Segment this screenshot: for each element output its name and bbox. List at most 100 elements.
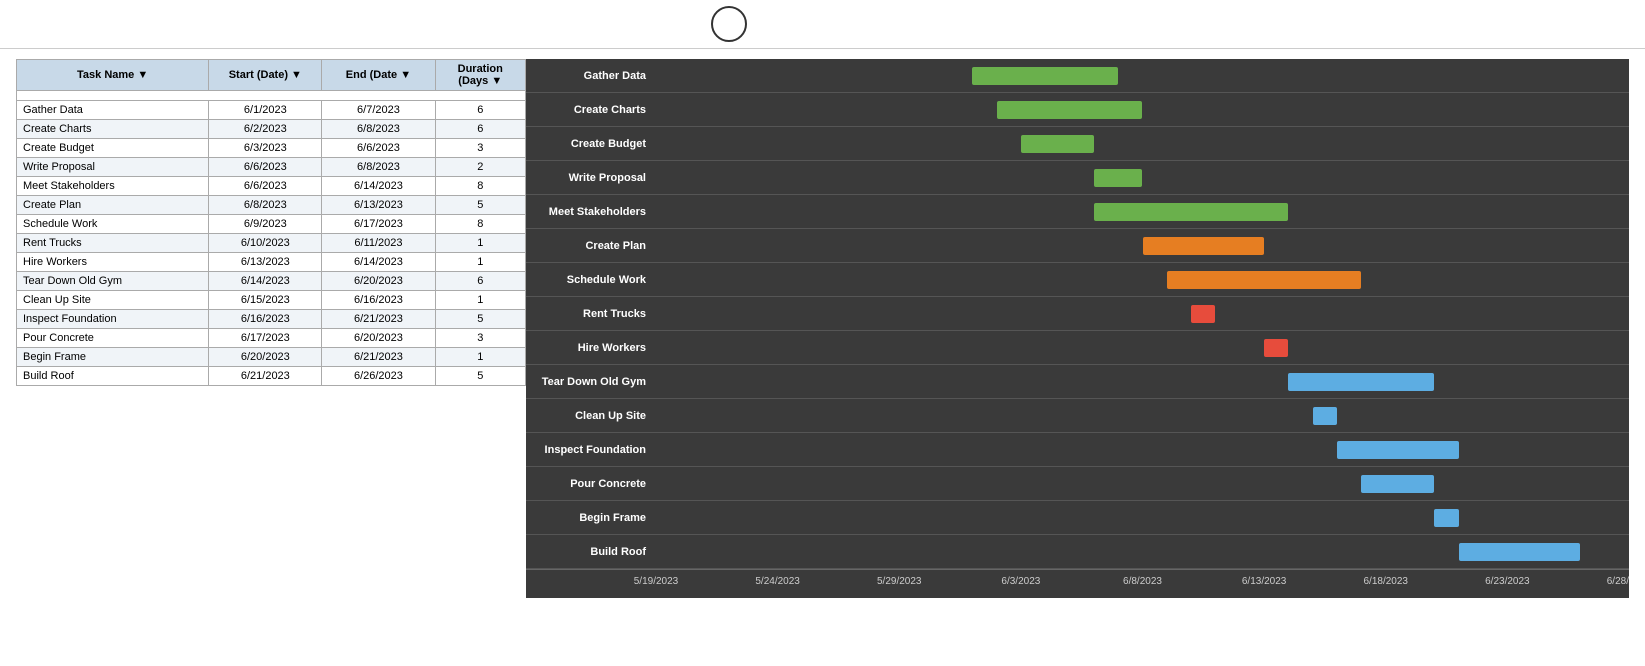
gantt-bar [1264,339,1288,357]
task-start: 6/21/2023 [209,367,322,386]
task-start: 6/8/2023 [209,196,322,215]
table-row: Create Budget 6/3/2023 6/6/2023 3 [17,139,526,158]
task-end: 6/7/2023 [322,101,435,120]
chart-row-label: Rent Trucks [526,308,656,320]
task-name: Write Proposal [17,158,209,177]
table-row: Pour Concrete 6/17/2023 6/20/2023 3 [17,329,526,348]
chart-row-label: Meet Stakeholders [526,206,656,218]
date-axis-label: 6/13/2023 [1242,576,1287,587]
chart-row: Gather Data [526,59,1629,93]
chart-row-bars [656,263,1629,296]
task-name: Create Budget [17,139,209,158]
task-end: 6/8/2023 [322,120,435,139]
chart-row: Clean Up Site [526,399,1629,433]
chart-row: Create Plan [526,229,1629,263]
task-name: Tear Down Old Gym [17,272,209,291]
task-name: Meet Stakeholders [17,177,209,196]
task-start: 6/2/2023 [209,120,322,139]
table-row: Hire Workers 6/13/2023 6/14/2023 1 [17,253,526,272]
date-axis-label: 5/19/2023 [634,576,679,587]
task-end: 6/20/2023 [322,272,435,291]
task-end: 6/8/2023 [322,158,435,177]
chart-row-label: Begin Frame [526,512,656,524]
gantt-bar [1288,373,1434,391]
task-end: 6/21/2023 [322,348,435,367]
chart-row-bars [656,59,1629,92]
date-axis-label: 6/8/2023 [1123,576,1162,587]
task-duration: 6 [435,101,526,120]
chart-row-bars [656,161,1629,194]
gantt-bar [1191,305,1215,323]
chart-row-bars [656,365,1629,398]
table-row: Create Charts 6/2/2023 6/8/2023 6 [17,120,526,139]
date-axis-labels: 5/19/20235/24/20235/29/20236/3/20236/8/2… [656,570,1629,598]
chart-row-bars [656,433,1629,466]
chart-row: Create Budget [526,127,1629,161]
chart-row-label: Create Plan [526,240,656,252]
task-duration: 5 [435,310,526,329]
task-name: Schedule Work [17,215,209,234]
table-row: Create Plan 6/8/2023 6/13/2023 5 [17,196,526,215]
chart-row: Rent Trucks [526,297,1629,331]
task-duration: 3 [435,139,526,158]
top-bar [0,0,1645,49]
task-name: Create Charts [17,120,209,139]
task-duration: 6 [435,272,526,291]
table-row: Meet Stakeholders 6/6/2023 6/14/2023 8 [17,177,526,196]
task-start: 6/1/2023 [209,101,322,120]
task-name: Build Roof [17,367,209,386]
task-name: Gather Data [17,101,209,120]
task-end: 6/16/2023 [322,291,435,310]
task-end: 6/6/2023 [322,139,435,158]
col-header-dur: Duration (Days ▼ [435,60,526,91]
task-table-section: Task Name ▼ Start (Date) ▼ End (Date ▼ D… [16,59,526,598]
task-duration: 6 [435,120,526,139]
chart-row: Tear Down Old Gym [526,365,1629,399]
task-start: 6/9/2023 [209,215,322,234]
task-end: 6/17/2023 [322,215,435,234]
gantt-bar [997,101,1143,119]
date-axis-label: 6/3/2023 [1001,576,1040,587]
date-axis: 5/19/20235/24/20235/29/20236/3/20236/8/2… [526,569,1629,598]
task-duration: 3 [435,329,526,348]
chart-row-bars [656,467,1629,500]
table-row: Write Proposal 6/6/2023 6/8/2023 2 [17,158,526,177]
task-name: Pour Concrete [17,329,209,348]
pm-logo [711,6,755,42]
gantt-bar [1313,407,1337,425]
chart-row-bars [656,127,1629,160]
chart-row: Schedule Work [526,263,1629,297]
gantt-bar [1459,543,1581,561]
task-name: Create Plan [17,196,209,215]
date-axis-label: 6/18/2023 [1364,576,1409,587]
task-duration: 1 [435,291,526,310]
chart-row-label: Build Roof [526,546,656,558]
chart-row-label: Create Budget [526,138,656,150]
chart-row-label: Schedule Work [526,274,656,286]
task-duration: 8 [435,215,526,234]
task-end: 6/14/2023 [322,253,435,272]
gantt-bar [972,67,1118,85]
chart-row: Build Roof [526,535,1629,569]
table-row: Schedule Work 6/9/2023 6/17/2023 8 [17,215,526,234]
gantt-bar [1021,135,1094,153]
chart-row: Hire Workers [526,331,1629,365]
table-row: Begin Frame 6/20/2023 6/21/2023 1 [17,348,526,367]
task-name: Inspect Foundation [17,310,209,329]
task-name: Clean Up Site [17,291,209,310]
task-start: 6/16/2023 [209,310,322,329]
table-row: Clean Up Site 6/15/2023 6/16/2023 1 [17,291,526,310]
col-header-start: Start (Date) ▼ [209,60,322,91]
date-axis-label: 6/23/2023 [1485,576,1530,587]
chart-row-bars [656,535,1629,568]
task-end: 6/13/2023 [322,196,435,215]
task-name: Rent Trucks [17,234,209,253]
chart-row-label: Inspect Foundation [526,444,656,456]
task-start: 6/6/2023 [209,158,322,177]
chart-row-bars [656,297,1629,330]
task-duration: 1 [435,234,526,253]
gantt-bar [1143,237,1265,255]
gantt-bar [1094,203,1289,221]
task-start: 6/20/2023 [209,348,322,367]
chart-row-label: Create Charts [526,104,656,116]
